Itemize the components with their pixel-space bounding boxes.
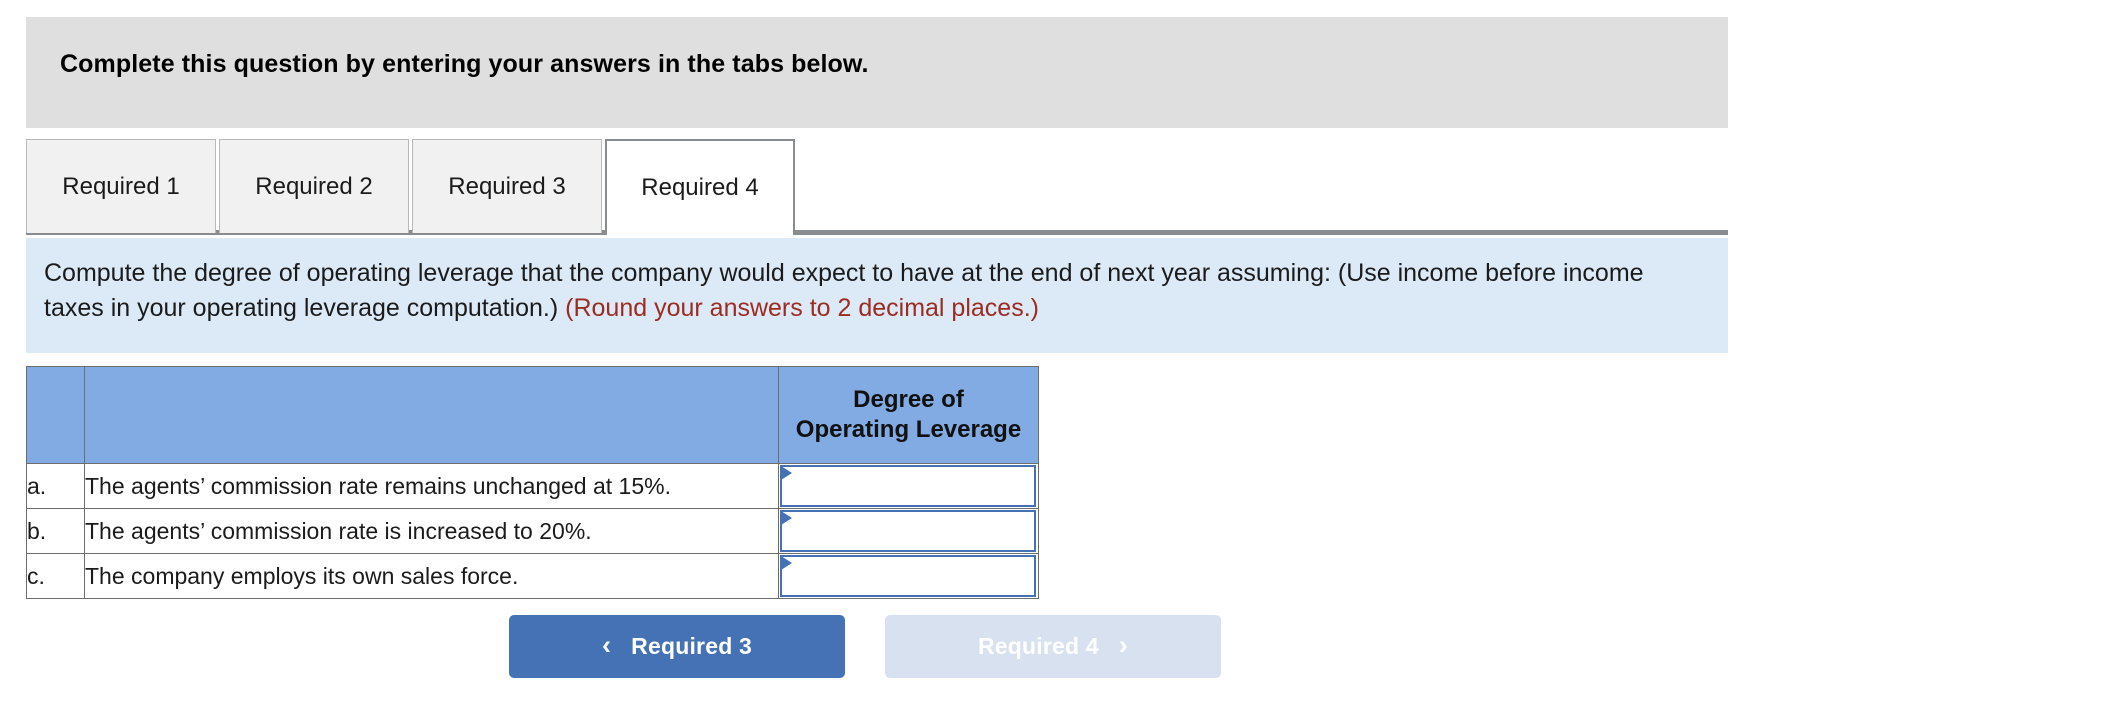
tab-required-3[interactable]: Required 3	[412, 139, 602, 233]
question-prompt: Compute the degree of operating leverage…	[26, 238, 1728, 353]
tab-required-2[interactable]: Required 2	[219, 139, 409, 233]
row-label-c: c.	[26, 553, 85, 599]
tab-required-1[interactable]: Required 1	[26, 139, 216, 233]
answer-input-wrap-c	[779, 554, 1038, 598]
table-header-description	[84, 366, 779, 464]
next-requirement-button: Required 4 ›	[885, 615, 1221, 678]
instruction-banner: Complete this question by entering your …	[26, 17, 1728, 128]
answer-input-a[interactable]	[780, 465, 1036, 507]
table-row: c. The company employs its own sales for…	[26, 553, 1039, 599]
chevron-right-icon: ›	[1118, 630, 1129, 660]
answer-input-wrap-b	[779, 509, 1038, 553]
tab-required-3-label: Required 3	[448, 172, 566, 200]
answer-input-c[interactable]	[780, 555, 1036, 597]
row-answer-cell-b[interactable]	[778, 508, 1039, 554]
prev-requirement-button[interactable]: ‹ Required 3	[509, 615, 845, 678]
row-label-a: a.	[26, 463, 85, 509]
instruction-banner-text: Complete this question by entering your …	[60, 50, 869, 78]
tab-required-1-label: Required 1	[62, 172, 180, 200]
prev-requirement-label: Required 3	[631, 633, 753, 659]
table-row: a. The agents’ commission rate remains u…	[26, 463, 1039, 509]
row-description-c: The company employs its own sales force.	[84, 553, 779, 599]
answer-table: Degree of Operating Leverage a. The agen…	[26, 366, 1039, 599]
table-row: b. The agents’ commission rate is increa…	[26, 508, 1039, 554]
question-panel: Complete this question by entering your …	[0, 0, 2109, 709]
question-prompt-text: Compute the degree of operating leverage…	[44, 256, 1704, 326]
row-description-b: The agents’ commission rate is increased…	[84, 508, 779, 554]
tab-required-2-label: Required 2	[255, 172, 373, 200]
table-header-row: Degree of Operating Leverage	[26, 366, 1039, 464]
tab-required-4-label: Required 4	[641, 174, 759, 201]
row-answer-cell-a[interactable]	[778, 463, 1039, 509]
row-label-b: b.	[26, 508, 85, 554]
answer-input-wrap-a	[779, 464, 1038, 508]
table-header-line-1: Degree of	[853, 386, 964, 413]
row-description-a: The agents’ commission rate remains unch…	[84, 463, 779, 509]
tab-required-4[interactable]: Required 4	[605, 139, 795, 235]
requirement-tabs: Required 1 Required 2 Required 3 Require…	[26, 139, 1728, 235]
table-header-label	[26, 366, 85, 464]
chevron-left-icon: ‹	[601, 630, 612, 660]
tab-navigation: ‹ Required 3 Required 4 ›	[509, 615, 1221, 678]
rounding-note: (Round your answers to 2 decimal places.…	[565, 294, 1039, 322]
row-answer-cell-c[interactable]	[778, 553, 1039, 599]
answer-input-b[interactable]	[780, 510, 1036, 552]
table-header-line-2: Operating Leverage	[795, 416, 1022, 443]
table-header-degree-of-operating-leverage: Degree of Operating Leverage	[778, 366, 1039, 464]
next-requirement-label: Required 4	[977, 633, 1099, 659]
